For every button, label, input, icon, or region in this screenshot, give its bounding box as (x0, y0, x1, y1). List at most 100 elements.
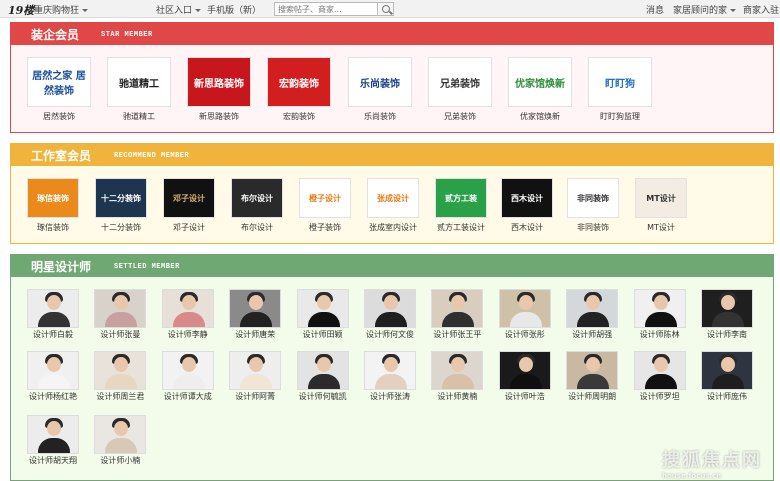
designer-item[interactable]: 设计师张王平 (431, 289, 484, 341)
member-logo[interactable]: 优家馆焕新 (508, 57, 572, 107)
designer-item[interactable]: 设计师周兰君 (94, 351, 147, 403)
designer-photo[interactable] (296, 351, 349, 390)
studio-logo[interactable]: 布尔设计 (231, 178, 283, 218)
studio-name[interactable]: MT设计 (623, 222, 699, 233)
designer-item[interactable]: 设计师白毅 (27, 289, 79, 341)
studio-logo[interactable]: 十二分装饰 (95, 178, 147, 218)
studio-name[interactable]: 贰方工装设计 (423, 222, 499, 233)
designer-name[interactable]: 设计师周明朗 (554, 391, 630, 402)
city-switcher[interactable]: 重庆购物狂 (34, 3, 89, 16)
member-logo[interactable]: 宏韵装饰 (267, 57, 331, 107)
community-entry[interactable]: 社区入口 (156, 3, 202, 16)
designer-name[interactable]: 设计师陈林 (622, 329, 698, 340)
member-logo[interactable]: 兄弟装饰 (428, 57, 492, 107)
designer-name[interactable]: 设计师黄楠 (419, 391, 495, 402)
designer-name[interactable]: 设计师小楠 (82, 455, 158, 466)
designer-item[interactable]: 设计师张涛 (364, 351, 416, 403)
member-name[interactable]: 兄弟装饰 (416, 111, 504, 122)
studio-member-item[interactable]: 张成设计 张成室内设计 (367, 178, 419, 234)
designer-item[interactable]: 设计师张曼 (94, 289, 147, 341)
studio-name[interactable]: 西木设计 (489, 222, 565, 233)
designer-photo[interactable] (94, 289, 147, 328)
member-logo[interactable]: 乐尚装饰 (348, 57, 412, 107)
designer-item[interactable]: 设计师胡强 (566, 289, 619, 341)
star-member-item[interactable]: 乐尚装饰 乐尚装饰 (348, 57, 412, 123)
designer-photo[interactable] (161, 289, 214, 328)
member-logo[interactable]: 驰道精工 (107, 57, 171, 107)
designer-item[interactable]: 设计师周明朗 (566, 351, 619, 403)
studio-name[interactable]: 橙子装饰 (287, 222, 363, 233)
designer-item[interactable]: 设计师陈林 (633, 289, 686, 341)
member-name[interactable]: 居然装饰 (15, 111, 103, 122)
merchant-entry-link[interactable]: 商家入驻 (743, 3, 779, 16)
designer-name[interactable]: 设计师何毓凯 (285, 391, 361, 402)
studio-name[interactable]: 邓子设计 (151, 222, 227, 233)
designer-item[interactable]: 设计师叶浩 (498, 351, 551, 403)
designer-photo[interactable] (701, 351, 753, 390)
mobile-link[interactable]: 手机版（新） (207, 3, 261, 16)
designer-name[interactable]: 设计师阿菁 (217, 391, 293, 402)
studio-member-item[interactable]: 橙子设计 橙子装饰 (299, 178, 351, 234)
studio-member-item[interactable]: 邓子设计 邓子设计 (163, 178, 215, 234)
designer-name[interactable]: 设计师张涛 (352, 391, 428, 402)
designer-name[interactable]: 设计师叶浩 (487, 391, 563, 402)
studio-logo[interactable]: 琢信装饰 (27, 178, 79, 218)
designer-item[interactable]: 设计师杨红艳 (27, 351, 79, 403)
designer-photo[interactable] (633, 351, 686, 390)
messages-link[interactable]: 消息 (646, 3, 664, 16)
designer-item[interactable]: 设计师谭大成 (161, 351, 214, 403)
star-member-item[interactable]: 盯盯狗 盯盯狗监理 (588, 57, 652, 123)
star-member-item[interactable]: 新思路装饰 新思路装饰 (187, 57, 251, 123)
designer-name[interactable]: 设计师杨红艳 (15, 391, 91, 402)
designer-name[interactable]: 设计师李静 (150, 329, 226, 340)
designer-item[interactable]: 设计师胡天翔 (27, 415, 79, 467)
designer-item[interactable]: 设计师庞伟 (701, 351, 753, 403)
studio-member-item[interactable]: 非同装饰 非同装饰 (567, 178, 619, 234)
designer-item[interactable]: 设计师田颖 (296, 289, 349, 341)
member-name[interactable]: 优家馆焕新 (496, 111, 584, 122)
designer-item[interactable]: 设计师黄楠 (431, 351, 484, 403)
designer-photo[interactable] (27, 351, 79, 390)
designer-photo[interactable] (27, 289, 79, 328)
member-name[interactable]: 宏韵装饰 (255, 111, 343, 122)
designer-name[interactable]: 设计师胡天翔 (15, 455, 91, 466)
studio-member-item[interactable]: 西木设计 西木设计 (501, 178, 553, 234)
designer-photo[interactable] (229, 351, 282, 390)
designer-name[interactable]: 设计师唐荣 (217, 329, 293, 340)
member-name[interactable]: 乐尚装饰 (336, 111, 424, 122)
studio-logo[interactable]: 非同装饰 (567, 178, 619, 218)
designer-name[interactable]: 设计师李南 (689, 329, 765, 340)
member-name[interactable]: 盯盯狗监理 (576, 111, 664, 122)
studio-member-item[interactable]: 十二分装饰 十二分装饰 (95, 178, 147, 234)
designer-photo[interactable] (364, 351, 416, 390)
studio-logo[interactable]: 张成设计 (367, 178, 419, 218)
member-name[interactable]: 驰道精工 (95, 111, 183, 122)
designer-item[interactable]: 设计师何文俊 (364, 289, 416, 341)
studio-name[interactable]: 张成室内设计 (355, 222, 431, 233)
studio-name[interactable]: 布尔设计 (219, 222, 295, 233)
designer-photo[interactable] (431, 289, 484, 328)
member-logo[interactable]: 新思路装饰 (187, 57, 251, 107)
designer-name[interactable]: 设计师白毅 (15, 329, 91, 340)
designer-name[interactable]: 设计师胡强 (554, 329, 630, 340)
search-input[interactable] (274, 2, 378, 16)
designer-name[interactable]: 设计师张曼 (82, 329, 158, 340)
studio-logo[interactable]: 西木设计 (501, 178, 553, 218)
site-logo[interactable]: 19楼 (8, 2, 34, 18)
designer-item[interactable]: 设计师李南 (701, 289, 753, 341)
designer-photo[interactable] (566, 289, 619, 328)
designer-photo[interactable] (498, 351, 551, 390)
studio-name[interactable]: 十二分装饰 (83, 222, 159, 233)
star-member-item[interactable]: 宏韵装饰 宏韵装饰 (267, 57, 331, 123)
star-member-item[interactable]: 驰道精工 驰道精工 (107, 57, 171, 123)
designer-item[interactable]: 设计师罗坦 (633, 351, 686, 403)
star-member-item[interactable]: 优家馆焕新 优家馆焕新 (508, 57, 572, 123)
studio-member-item[interactable]: 布尔设计 布尔设计 (231, 178, 283, 234)
designer-name[interactable]: 设计师周兰君 (82, 391, 158, 402)
designer-photo[interactable] (296, 289, 349, 328)
designer-name[interactable]: 设计师田颖 (285, 329, 361, 340)
designer-item[interactable]: 设计师阿菁 (229, 351, 282, 403)
designer-name[interactable]: 设计师庞伟 (689, 391, 765, 402)
studio-member-item[interactable]: 贰方工装 贰方工装设计 (435, 178, 487, 234)
member-logo[interactable]: 居然之家 居然装饰 (27, 57, 91, 107)
